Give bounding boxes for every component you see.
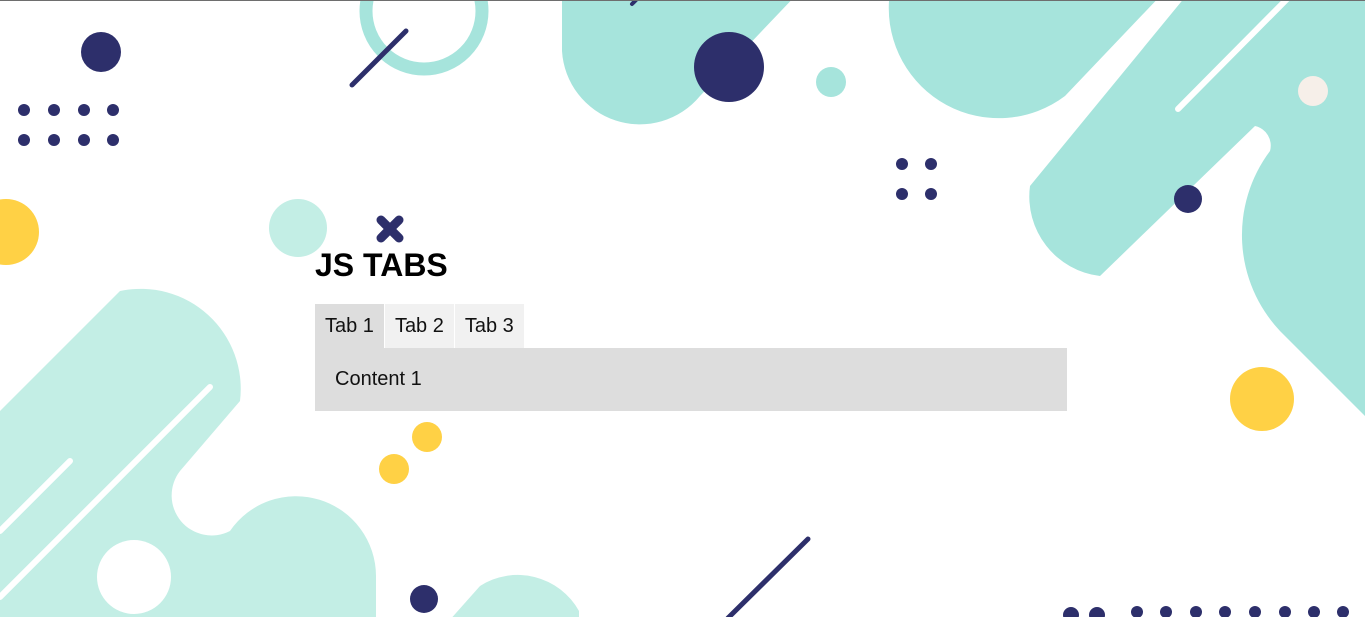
tab-content-text: Content 1 xyxy=(335,368,422,390)
navy-dot-right-icon xyxy=(1174,185,1202,213)
yellow-dot-a-icon xyxy=(412,422,442,452)
decorative-background xyxy=(0,1,1365,617)
white-dot-bottom-left-icon xyxy=(97,540,171,614)
teal-ring-icon xyxy=(359,1,489,76)
tab-3[interactable]: Tab 3 xyxy=(454,304,525,348)
page-title: JS TABS xyxy=(315,247,448,283)
navy-dot-bottom-icon xyxy=(410,585,438,613)
teal-pale-blob-bottom-center-icon xyxy=(452,574,579,617)
tab-2[interactable]: Tab 2 xyxy=(384,304,455,348)
teal-blob-top-icon xyxy=(562,1,791,125)
page: JS TABS Tab 1 Tab 2 Tab 3 Content 1 xyxy=(0,0,1365,617)
tab-panel: Content 1 xyxy=(315,348,1067,411)
dot-grid-top-left-icon xyxy=(18,104,119,146)
yellow-dot-b-icon xyxy=(379,454,409,484)
navy-cross-icon xyxy=(376,215,404,243)
navy-dot-icon xyxy=(81,32,121,72)
cream-dot-icon xyxy=(1298,76,1328,106)
teal-small-dot-icon xyxy=(816,67,846,97)
dot-cluster-center-icon xyxy=(896,158,937,200)
navy-stroke-bottom-icon xyxy=(725,536,811,617)
navy-big-dot-icon xyxy=(694,32,764,102)
dot-row-bottom-right-icon xyxy=(1063,606,1349,617)
yellow-dot-right-icon xyxy=(1230,367,1294,431)
tab-bar: Tab 1 Tab 2 Tab 3 xyxy=(315,304,525,348)
tab-1[interactable]: Tab 1 xyxy=(315,304,385,348)
yellow-half-circle-left-icon xyxy=(0,199,39,265)
